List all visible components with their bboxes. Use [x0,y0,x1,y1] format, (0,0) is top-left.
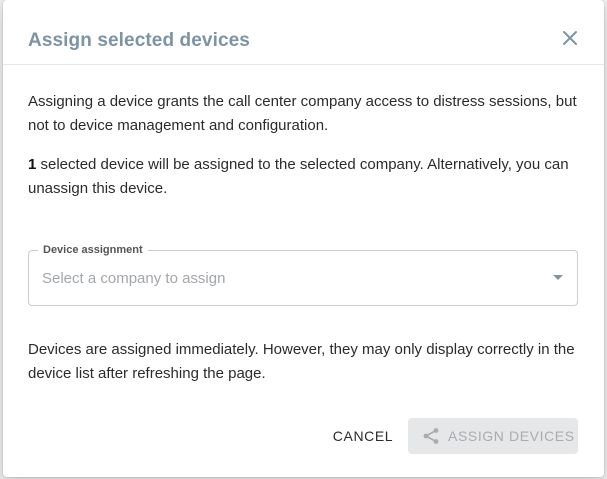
refresh-note: Devices are assigned immediately. Howeve… [28,341,575,382]
dialog-header: Assign selected devices [3,0,604,65]
selection-summary: 1 selected device will be assigned to th… [28,153,578,201]
intro-text: Assigning a device grants the call cente… [28,93,577,134]
assign-devices-label: ASSIGN DEVICES [448,428,575,444]
close-icon [558,26,582,50]
device-assignment-label: Device assignment [38,243,148,257]
dialog-title: Assign selected devices [28,30,250,51]
assign-devices-dialog: Assign selected devices Assigning a devi… [3,0,604,477]
selection-text: selected device will be assigned to the … [28,156,569,197]
assign-devices-button[interactable]: ASSIGN DEVICES [408,418,578,454]
company-select-placeholder: Select a company to assign [42,270,226,287]
close-button[interactable] [558,26,582,50]
share-icon [422,427,440,445]
chevron-down-icon [553,275,563,280]
cancel-button[interactable]: CANCEL [328,420,398,452]
device-assignment-select[interactable]: Device assignment Select a company to as… [28,243,578,306]
